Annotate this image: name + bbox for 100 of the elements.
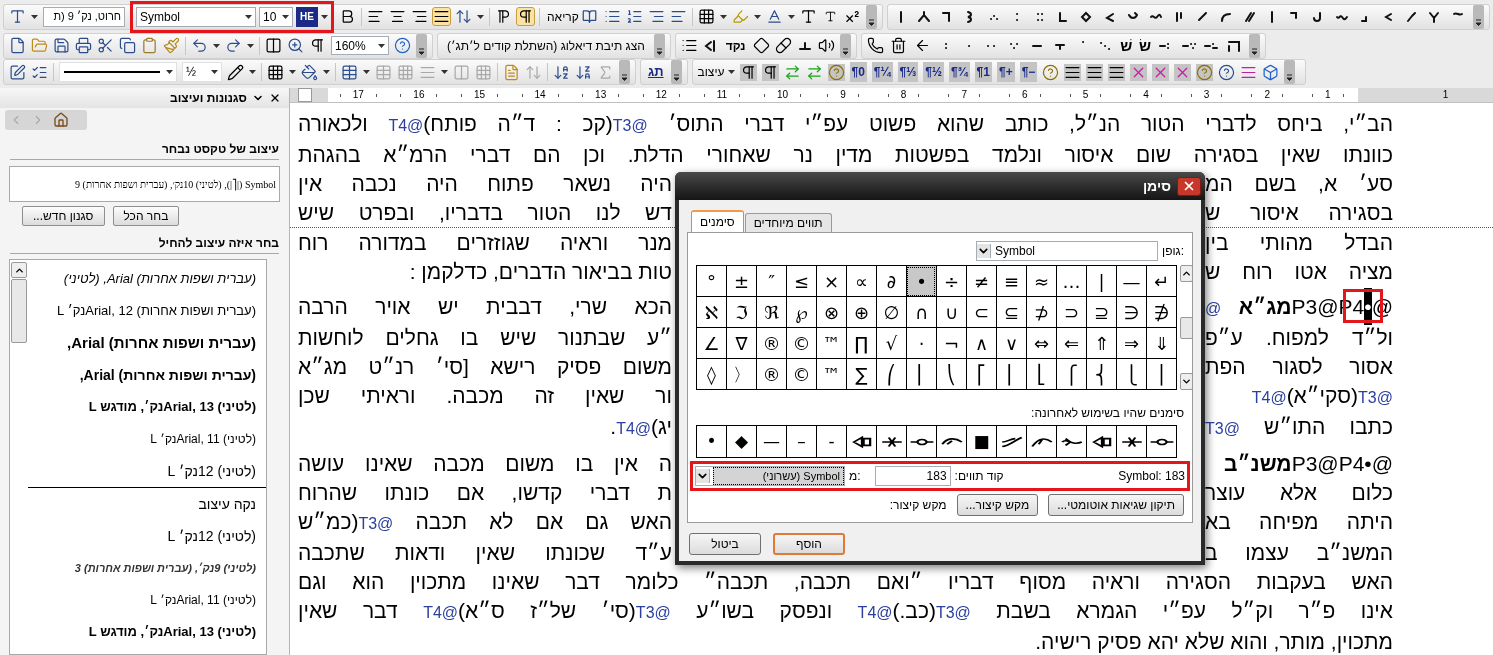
align-icon[interactable] bbox=[1108, 63, 1126, 81]
caret-icon[interactable] bbox=[166, 70, 173, 74]
caret-icon[interactable] bbox=[363, 70, 370, 74]
line-spacing-icon[interactable] bbox=[455, 8, 472, 25]
recent-symbol-cell[interactable] bbox=[906, 426, 936, 458]
recent-symbol-cell[interactable]: ◆ bbox=[726, 426, 756, 458]
symbol-cell[interactable]: ⊄ bbox=[1026, 297, 1056, 328]
style-item[interactable]: (לטיני) Arial, 11נק׳ L bbox=[28, 423, 266, 455]
symbol-cell[interactable]: … bbox=[1056, 266, 1086, 297]
symbol-cell[interactable]: ⎜ bbox=[906, 359, 936, 390]
symbol-cell[interactable]: ≠ bbox=[966, 266, 996, 297]
recent-symbol-cell[interactable] bbox=[936, 426, 966, 458]
panel-button[interactable]: בחר הכל bbox=[112, 206, 180, 226]
paragraph-button[interactable]: ¶+ bbox=[996, 62, 1015, 82]
symbol-cell[interactable]: ℜ bbox=[756, 297, 786, 328]
symbol-cell[interactable]: ∝ bbox=[846, 266, 876, 297]
close-icon[interactable] bbox=[269, 92, 281, 104]
sort-descending-icon[interactable] bbox=[575, 63, 592, 81]
symbol-cell[interactable]: ⊗ bbox=[816, 297, 846, 328]
dialog-tab[interactable]: תווים מיוחדים bbox=[744, 213, 832, 232]
superscript-icon[interactable] bbox=[843, 8, 861, 25]
caret-icon[interactable] bbox=[753, 14, 761, 19]
symbol-cell[interactable]: ⇔ bbox=[1026, 328, 1056, 359]
recent-symbol-cell[interactable]: - bbox=[816, 426, 846, 458]
toolbar-options-icon[interactable] bbox=[1284, 60, 1296, 84]
style-item[interactable]: (עברית ושפות אחרות) Arial, (לטיני) bbox=[28, 263, 266, 295]
paragraph-button[interactable]: ¶½ bbox=[923, 62, 944, 82]
symbol-cell[interactable]: ⎪ bbox=[1146, 359, 1176, 390]
scroll-thumb[interactable] bbox=[1180, 316, 1193, 339]
recent-symbol-cell[interactable]: — bbox=[756, 426, 786, 458]
recent-symbol-cell[interactable] bbox=[876, 426, 906, 458]
symbol-cell[interactable]: ⊆ bbox=[1086, 297, 1116, 328]
recent-symbol-cell[interactable]: – bbox=[786, 426, 816, 458]
symbol-cell[interactable]: ∇ bbox=[726, 328, 756, 359]
caret-icon[interactable] bbox=[321, 14, 328, 19]
symbol-cell[interactable]: ™ bbox=[816, 359, 846, 390]
new-document-icon[interactable] bbox=[9, 37, 26, 54]
recent-symbol-cell[interactable]: ■ bbox=[966, 426, 996, 458]
accent-mark-icon[interactable] bbox=[915, 8, 932, 25]
cancel-button[interactable]: ביטול bbox=[689, 533, 761, 555]
symbol-cell[interactable]: ° bbox=[696, 266, 726, 297]
paragraph-question-icon[interactable] bbox=[827, 63, 845, 81]
toolbar-options-icon[interactable] bbox=[670, 60, 682, 84]
scroll-down-button[interactable] bbox=[1180, 373, 1193, 390]
symbol-cell[interactable]: | bbox=[1086, 266, 1116, 297]
recent-symbol-cell[interactable] bbox=[1026, 426, 1056, 458]
paragraph-button[interactable]: ¶1 bbox=[974, 62, 992, 82]
symbol-cell[interactable]: ℑ bbox=[726, 297, 756, 328]
cube-icon[interactable] bbox=[1262, 63, 1280, 81]
symbol-cell[interactable]: ∨ bbox=[996, 328, 1026, 359]
scissors-icon[interactable] bbox=[97, 37, 114, 54]
toolbar-options-icon[interactable] bbox=[839, 33, 851, 58]
caret-icon[interactable] bbox=[247, 43, 254, 48]
close-button[interactable] bbox=[1177, 176, 1201, 196]
symbol-cell[interactable]: ∑ bbox=[846, 359, 876, 390]
code-field[interactable]: 183 bbox=[874, 466, 951, 486]
caret-icon[interactable] bbox=[378, 43, 385, 48]
recent-symbol-cell[interactable] bbox=[1116, 426, 1146, 458]
line-weight-field[interactable]: ½ bbox=[182, 62, 222, 82]
toolbar-options-icon[interactable] bbox=[1249, 33, 1260, 58]
symbol-cell[interactable]: ⋅ bbox=[906, 328, 936, 359]
pen-color-icon[interactable] bbox=[227, 63, 244, 81]
symbol-cell[interactable]: • bbox=[906, 266, 936, 297]
language-button[interactable]: HE bbox=[296, 6, 318, 27]
caret-icon[interactable] bbox=[289, 70, 296, 74]
help-icon[interactable] bbox=[394, 37, 411, 54]
symbol-cell[interactable]: ∉ bbox=[1146, 297, 1176, 328]
edit-form-icon[interactable] bbox=[9, 63, 26, 81]
recent-symbol-cell[interactable] bbox=[846, 426, 876, 458]
symbol-cell[interactable]: ↵ bbox=[1146, 266, 1176, 297]
home-icon[interactable] bbox=[53, 112, 69, 128]
paragraph-marks-icon[interactable] bbox=[309, 37, 326, 54]
font-combo[interactable]: Symbol bbox=[976, 241, 1158, 261]
symbol-cell[interactable]: ⎢ bbox=[996, 359, 1026, 390]
reading-button[interactable]: קריאה bbox=[545, 6, 599, 27]
tag-button[interactable]: תג bbox=[646, 62, 666, 82]
symbol-cell[interactable]: × bbox=[816, 266, 846, 297]
recent-symbol-cell[interactable] bbox=[1146, 426, 1176, 458]
list-icon[interactable] bbox=[680, 37, 698, 54]
text-direction-icon[interactable] bbox=[495, 8, 512, 25]
align-icon[interactable] bbox=[1086, 63, 1104, 81]
symbol-cell[interactable]: √ bbox=[876, 328, 906, 359]
capsule-icon[interactable] bbox=[774, 37, 792, 54]
borders-icon[interactable] bbox=[697, 8, 715, 25]
symbol-cell[interactable]: ⊂ bbox=[1056, 297, 1086, 328]
symbol-cell[interactable]: ≡ bbox=[996, 266, 1026, 297]
font-color-icon[interactable] bbox=[765, 8, 783, 25]
symbol-cell[interactable]: ∅ bbox=[876, 297, 906, 328]
symbol-cell[interactable]: ″ bbox=[756, 266, 786, 297]
symbol-cell[interactable]: ℵ bbox=[696, 297, 726, 328]
caret-icon[interactable] bbox=[282, 14, 289, 19]
dialog-button[interactable]: הצג תיבת דיאלוג (השתלת קודים ל׳תג׳) bbox=[443, 36, 649, 55]
paste-icon[interactable] bbox=[141, 37, 158, 54]
trash-icon[interactable] bbox=[890, 37, 908, 54]
caret-icon[interactable] bbox=[719, 14, 727, 19]
copy-icon[interactable] bbox=[119, 37, 136, 54]
undo-icon[interactable] bbox=[191, 37, 208, 54]
align-icon[interactable] bbox=[1064, 63, 1082, 81]
printer-icon[interactable] bbox=[75, 37, 92, 54]
style-item[interactable]: נקה עיצוב bbox=[28, 488, 266, 520]
